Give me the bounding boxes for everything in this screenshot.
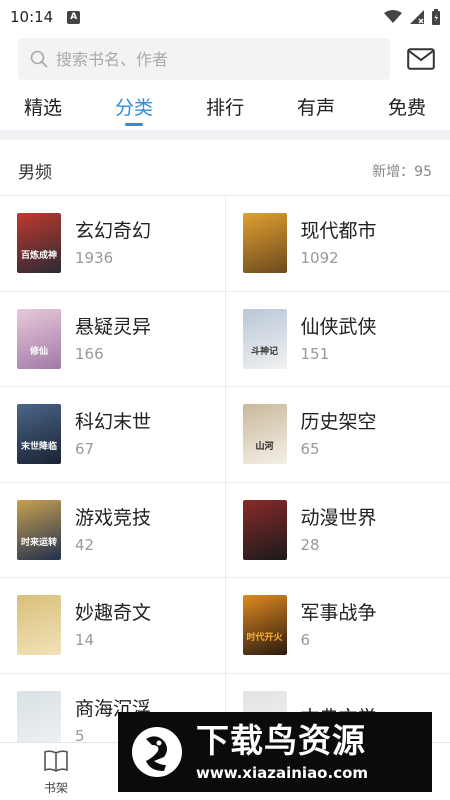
tab-free[interactable]: 免费 — [388, 92, 426, 128]
book-cover — [242, 213, 287, 274]
grid-row: 时来运转 游戏竞技 42 动漫世界 28 — [0, 482, 450, 578]
book-icon — [44, 750, 68, 772]
category-name: 玄幻奇幻 — [75, 220, 152, 243]
cover-title: 时代开火 — [246, 633, 283, 644]
book-cover: 斗神记 — [242, 308, 287, 369]
category-item[interactable]: 山河 历史架空 65 — [226, 387, 450, 482]
grid-row: 末世降临 科幻末世 67 山河 历史架空 65 — [0, 387, 450, 483]
category-name: 现代都市 — [300, 220, 377, 243]
search-box[interactable] — [18, 38, 390, 80]
book-cover — [17, 595, 61, 656]
category-count: 42 — [75, 535, 95, 554]
tab-audio[interactable]: 有声 — [297, 92, 335, 128]
section-header: 男频 新增：95 — [0, 146, 450, 196]
status-bar: 10:14 A — [0, 0, 450, 34]
category-count: 151 — [300, 344, 330, 363]
wifi-icon — [384, 10, 402, 23]
search-row — [18, 38, 436, 80]
search-input[interactable] — [56, 49, 356, 69]
book-cover — [242, 499, 287, 560]
cover-title: 末世降临 — [20, 442, 57, 453]
category-item[interactable]: 斗神记 仙侠武侠 151 — [226, 292, 450, 387]
category-grid: 百炼成神 玄幻奇幻 1936 现代都市 1092 修仙 悬疑灵异 166 斗神记 仙侠… — [0, 196, 450, 769]
mail-icon — [407, 48, 435, 70]
tab-category[interactable]: 分类 — [115, 92, 153, 128]
cover-title: 斗神记 — [250, 346, 278, 357]
status-time: 10:14 — [10, 8, 54, 26]
status-icons — [384, 9, 440, 25]
category-item[interactable]: 动漫世界 28 — [226, 483, 450, 578]
section-new-count: 新增：95 — [372, 163, 432, 180]
cover-title: 山河 — [255, 442, 274, 453]
category-item[interactable]: 时代开火 军事战争 6 — [226, 578, 450, 673]
category-item[interactable]: 妙趣奇文 14 — [0, 578, 226, 673]
watermark-logo — [130, 725, 184, 779]
category-name: 军事战争 — [300, 602, 377, 625]
section-title: 男频 — [18, 163, 52, 183]
top-tabs: 精选 分类 排行 有声 免费 — [0, 92, 450, 128]
category-name: 悬疑灵异 — [75, 315, 152, 338]
category-item[interactable]: 时来运转 游戏竞技 42 — [0, 482, 226, 577]
category-count: 1092 — [300, 249, 339, 268]
grid-row: 妙趣奇文 14 时代开火 军事战争 6 — [0, 578, 450, 674]
category-name: 历史架空 — [300, 411, 377, 434]
category-name: 科幻末世 — [75, 411, 152, 434]
category-count: 67 — [75, 440, 95, 459]
category-name: 妙趣奇文 — [75, 602, 152, 625]
watermark-title: 下载鸟资源 — [196, 721, 366, 760]
category-count: 1936 — [75, 249, 114, 268]
tab-ranking[interactable]: 排行 — [206, 92, 244, 128]
category-item[interactable]: 末世降临 科幻末世 67 — [0, 387, 226, 482]
category-item[interactable]: 现代都市 1092 — [226, 196, 450, 291]
signal-icon — [410, 10, 424, 24]
category-name: 仙侠武侠 — [300, 315, 377, 338]
book-cover: 末世降临 — [17, 404, 61, 465]
cover-title: 修仙 — [29, 346, 48, 357]
grid-row: 百炼成神 玄幻奇幻 1936 现代都市 1092 — [0, 196, 450, 292]
book-cover: 百炼成神 — [17, 213, 61, 274]
category-name: 动漫世界 — [300, 506, 377, 529]
grid-row: 修仙 悬疑灵异 166 斗神记 仙侠武侠 151 — [0, 291, 450, 387]
divider — [0, 130, 450, 140]
message-button[interactable] — [406, 45, 436, 73]
notification-icon: A — [67, 10, 81, 24]
nav-bookshelf-label: 书架 — [43, 781, 68, 795]
category-count: 166 — [75, 344, 104, 363]
nav-bookshelf[interactable]: 书架 — [30, 749, 82, 796]
search-icon — [30, 50, 48, 68]
category-name: 游戏竞技 — [75, 506, 152, 529]
book-cover: 时来运转 — [17, 499, 61, 560]
category-item[interactable]: 修仙 悬疑灵异 166 — [0, 291, 226, 386]
tab-featured[interactable]: 精选 — [24, 92, 62, 128]
book-cover: 修仙 — [17, 308, 61, 369]
cover-title: 时来运转 — [20, 537, 57, 548]
category-count: 6 — [300, 631, 311, 650]
category-count: 65 — [300, 440, 320, 459]
battery-icon — [432, 9, 440, 25]
category-count: 28 — [300, 535, 320, 554]
book-cover: 时代开火 — [242, 595, 287, 656]
category-count: 14 — [75, 631, 95, 650]
category-item[interactable]: 百炼成神 玄幻奇幻 1936 — [0, 196, 226, 291]
book-cover: 山河 — [242, 404, 287, 465]
watermark-url: www.xiazainiao.com — [196, 764, 369, 782]
watermark-banner: 下载鸟资源 www.xiazainiao.com — [118, 712, 432, 792]
cover-title: 百炼成神 — [20, 251, 57, 262]
